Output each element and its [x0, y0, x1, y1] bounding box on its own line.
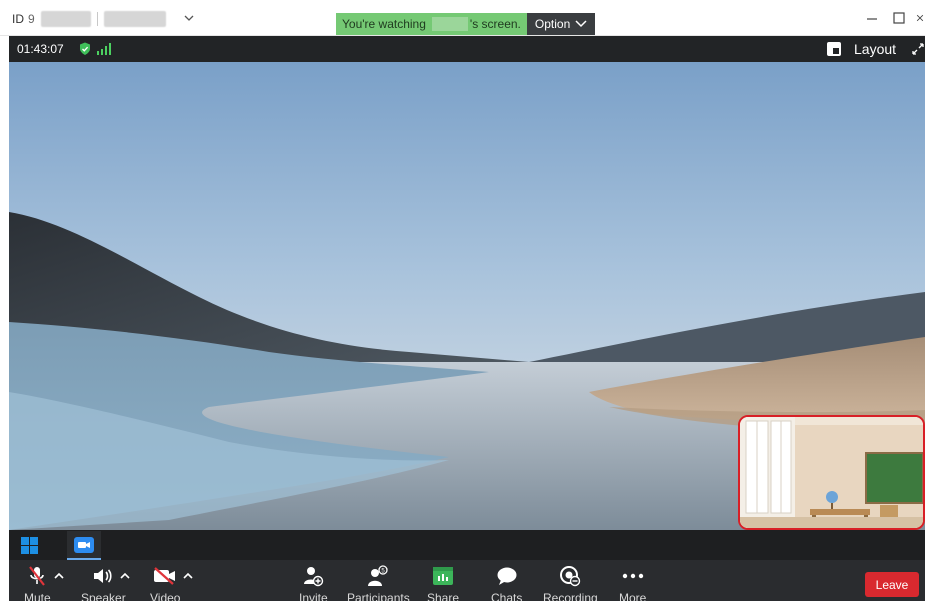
participants-label: Participants	[347, 591, 410, 601]
video-label: Video	[150, 591, 181, 601]
layout-label: Layout	[854, 41, 897, 57]
meeting-id: ID 9	[12, 11, 166, 27]
recording-button[interactable]: Recording	[543, 564, 598, 601]
title-separator	[96, 12, 98, 26]
meeting-info-bar: 01:43:07 Layout	[9, 36, 925, 62]
invite-label: Invite	[299, 591, 328, 601]
meeting-id-blurred	[40, 11, 91, 27]
shield-check-icon[interactable]	[79, 42, 91, 61]
self-view-video-thumbnail[interactable]	[738, 415, 925, 530]
maximize-button[interactable]	[891, 10, 907, 26]
layout-button[interactable]: Layout	[827, 41, 896, 57]
minimize-icon	[867, 18, 877, 20]
close-icon	[916, 14, 924, 22]
chevron-down-icon[interactable]	[182, 11, 196, 25]
speaker-icon	[92, 564, 114, 588]
add-user-icon	[302, 564, 324, 588]
microphone-muted-icon	[28, 564, 46, 588]
share-label: Share	[427, 591, 460, 601]
expand-icon[interactable]	[911, 42, 925, 61]
video-off-icon	[152, 564, 178, 588]
chat-bubble-icon	[496, 564, 518, 588]
more-button[interactable]: More	[619, 564, 646, 601]
classroom-video-frame	[740, 417, 923, 528]
participants-icon: 5	[365, 564, 391, 588]
meeting-window: ID 9 You're watching 's screen. Option 0…	[0, 0, 925, 601]
recording-label: Recording	[543, 591, 598, 601]
share-screen-icon	[432, 564, 454, 588]
leave-button[interactable]: Leave	[865, 572, 919, 597]
mute-options-caret-icon[interactable]	[53, 568, 65, 586]
meeting-topic-blurred	[103, 11, 166, 27]
mute-button[interactable]: Mute	[24, 564, 51, 601]
windows-logo-icon[interactable]	[21, 537, 38, 554]
more-dots-icon	[621, 564, 645, 588]
chats-label: Chats	[491, 591, 523, 601]
chevron-down-icon	[575, 20, 587, 28]
shared-desktop-taskbar	[9, 530, 925, 560]
speaker-label: Speaker	[81, 591, 126, 601]
maximize-icon	[893, 12, 905, 24]
chats-button[interactable]: Chats	[491, 564, 522, 601]
video-camera-app-icon[interactable]	[67, 531, 101, 560]
watching-prefix: You're watching	[342, 17, 426, 31]
more-label: More	[619, 591, 647, 601]
close-button[interactable]	[915, 10, 925, 26]
meeting-id-visible-digit: 9	[28, 12, 35, 26]
elapsed-time: 01:43:07	[17, 42, 64, 56]
meeting-toolbar: Mute Speaker Video Invite 5 Participants…	[9, 560, 925, 601]
sharer-name-blurred	[431, 17, 468, 31]
signal-bars-icon[interactable]	[97, 43, 111, 55]
title-bar: ID 9 You're watching 's screen. Option	[0, 0, 925, 36]
share-button[interactable]: Share	[427, 564, 459, 601]
screen-share-banner: You're watching 's screen. Option	[336, 13, 596, 35]
option-label: Option	[534, 17, 571, 31]
watching-notice: You're watching 's screen.	[336, 13, 527, 35]
speaker-options-caret-icon[interactable]	[119, 568, 131, 586]
invite-button[interactable]: Invite	[299, 564, 328, 601]
watching-suffix: 's screen.	[469, 17, 521, 31]
meeting-id-label: ID	[12, 12, 24, 26]
recording-icon	[559, 564, 581, 588]
mute-label: Mute	[24, 591, 51, 601]
video-button[interactable]: Video	[150, 564, 180, 601]
option-button[interactable]: Option	[526, 13, 596, 35]
layout-icon	[827, 42, 841, 56]
participants-button[interactable]: 5 Participants	[347, 564, 410, 601]
video-options-caret-icon[interactable]	[182, 568, 194, 586]
minimize-button[interactable]	[864, 10, 880, 26]
